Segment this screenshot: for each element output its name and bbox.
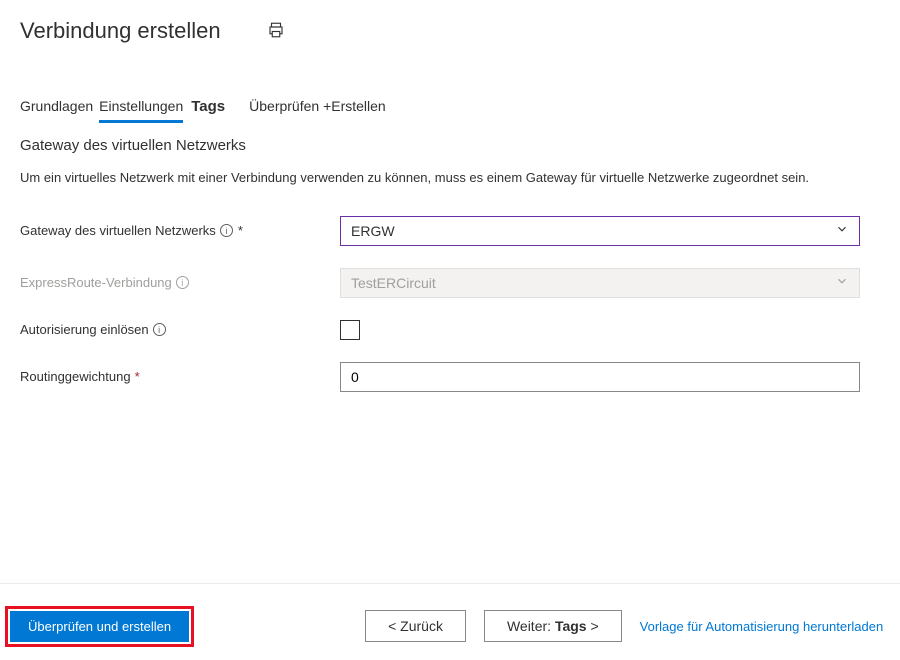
footer-divider: [0, 583, 900, 584]
authorization-checkbox[interactable]: [340, 320, 360, 340]
label-routing-weight: Routinggewichtung *: [20, 369, 340, 384]
label-expressroute: ExpressRoute-Verbindung i: [20, 275, 340, 290]
label-gateway: Gateway des virtuellen Netzwerks i *: [20, 223, 340, 238]
label-expressroute-text: ExpressRoute-Verbindung: [20, 275, 172, 290]
download-template-link[interactable]: Vorlage für Automatisierung herunterlade…: [640, 619, 884, 634]
next-prefix: Weiter:: [507, 618, 555, 634]
next-button[interactable]: Weiter: Tags >: [484, 610, 622, 642]
row-routing-weight: Routinggewichtung *: [20, 362, 880, 392]
section-title: Gateway des virtuellen Netzwerks: [20, 137, 880, 154]
info-icon[interactable]: i: [176, 276, 189, 289]
print-icon[interactable]: [267, 21, 285, 42]
required-mark: *: [238, 223, 243, 238]
label-gateway-text: Gateway des virtuellen Netzwerks: [20, 223, 216, 238]
label-authorization-text: Autorisierung einlösen: [20, 322, 149, 337]
page-title: Verbindung erstellen: [20, 18, 221, 44]
tab-settings[interactable]: Einstellungen: [99, 94, 183, 123]
section-description: Um ein virtuelles Netzwerk mit einer Ver…: [20, 168, 880, 188]
tabs-bar: Grundlagen Einstellungen Tags Überprüfen…: [0, 52, 900, 123]
tab-review-create[interactable]: Überprüfen +Erstellen: [249, 94, 386, 120]
gateway-dropdown[interactable]: ERGW: [340, 216, 860, 246]
row-gateway: Gateway des virtuellen Netzwerks i * ERG…: [20, 216, 880, 246]
required-mark: *: [135, 369, 140, 384]
next-suffix: >: [587, 618, 599, 634]
label-authorization: Autorisierung einlösen i: [20, 322, 340, 337]
review-create-button[interactable]: Überprüfen und erstellen: [10, 611, 189, 642]
footer: Überprüfen und erstellen < Zurück Weiter…: [10, 610, 890, 642]
label-routing-text: Routinggewichtung: [20, 369, 131, 384]
next-bold: Tags: [555, 618, 587, 634]
chevron-down-icon: [835, 274, 849, 291]
tab-basics[interactable]: Grundlagen: [20, 94, 93, 120]
tab-tags[interactable]: Tags: [191, 94, 225, 121]
back-button[interactable]: < Zurück: [365, 610, 466, 642]
chevron-down-icon: [835, 222, 849, 239]
expressroute-dropdown: TestERCircuit: [340, 268, 860, 298]
row-authorization: Autorisierung einlösen i: [20, 320, 880, 340]
expressroute-dropdown-value: TestERCircuit: [351, 275, 436, 291]
gateway-dropdown-value: ERGW: [351, 223, 395, 239]
info-icon[interactable]: i: [153, 323, 166, 336]
info-icon[interactable]: i: [220, 224, 233, 237]
routing-weight-input[interactable]: [340, 362, 860, 392]
row-expressroute: ExpressRoute-Verbindung i TestERCircuit: [20, 268, 880, 298]
